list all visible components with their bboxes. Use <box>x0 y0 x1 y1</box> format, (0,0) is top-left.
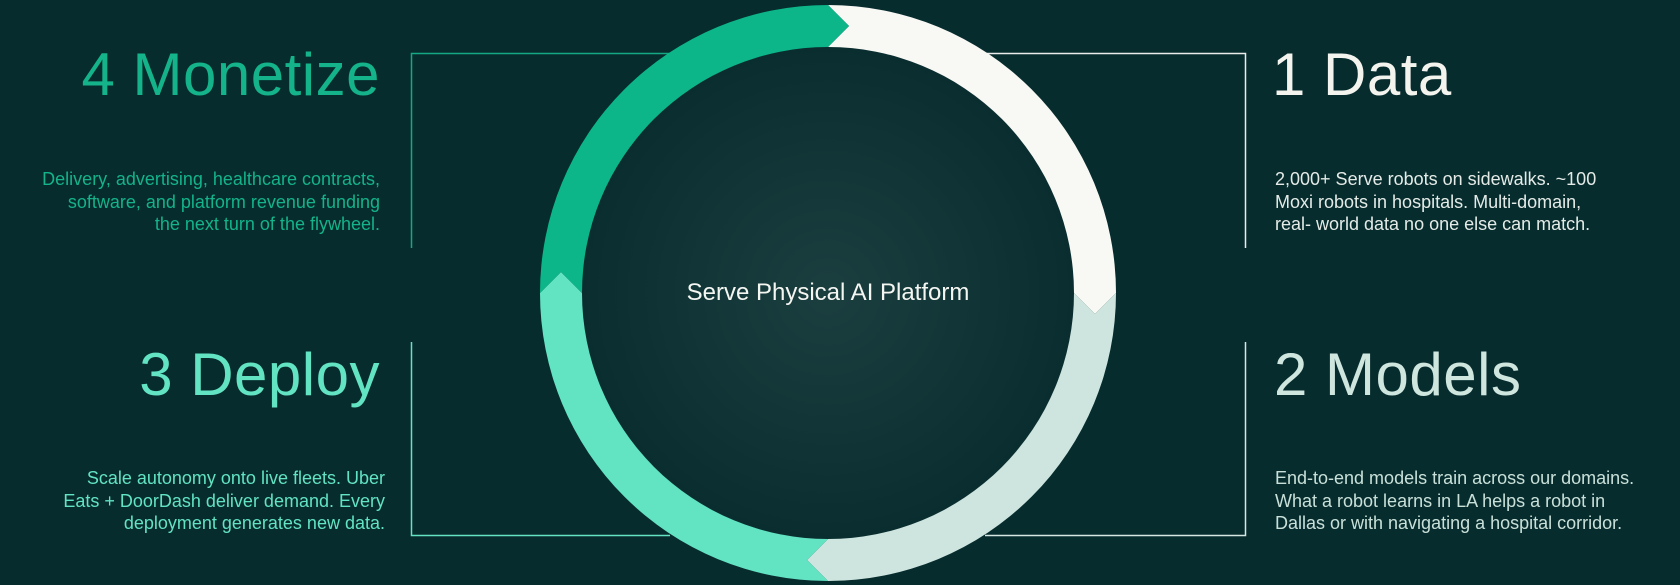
stage-models-title: 2 Models <box>1274 341 1522 408</box>
stage-monetize-description: Delivery, advertising, healthcare contra… <box>42 169 380 234</box>
stage-monetize-title: 4 Monetize <box>81 41 380 108</box>
stage-data-description: 2,000+ Serve robots on sidewalks. ~100 M… <box>1275 169 1597 234</box>
stage-deploy-title: 3 Deploy <box>139 341 380 408</box>
stage-models-description: End-to-end models train across our domai… <box>1275 468 1635 533</box>
stage-deploy-description: Scale autonomy onto live fleets. Uber Ea… <box>63 468 385 533</box>
stage-data-title: 1 Data <box>1272 41 1452 108</box>
center-label: Serve Physical AI Platform <box>686 279 970 306</box>
